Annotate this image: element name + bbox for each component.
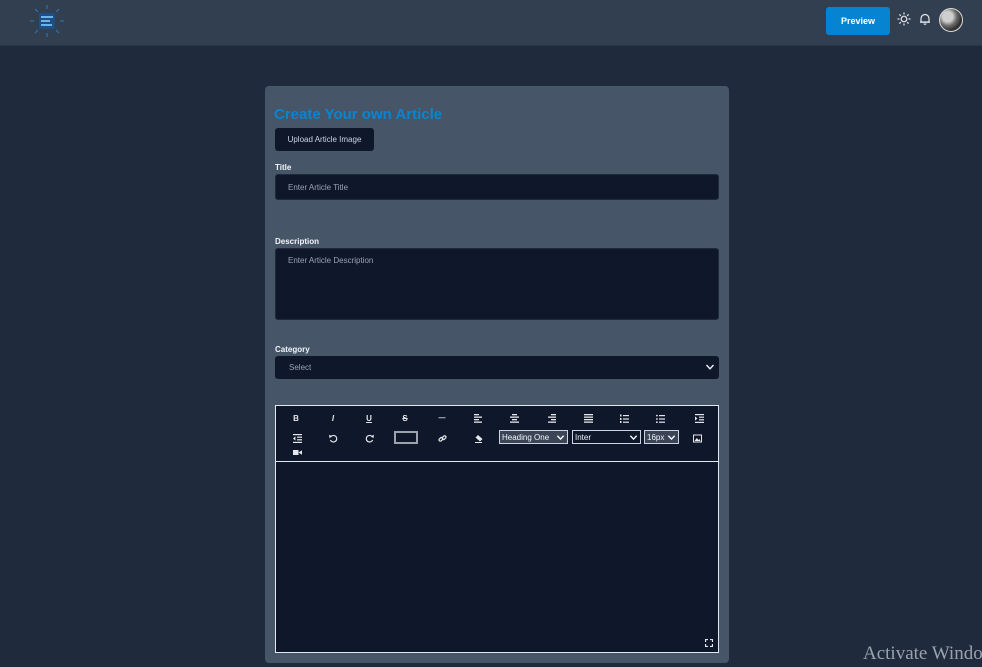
indent-icon bbox=[694, 413, 704, 423]
chevron-down-icon bbox=[556, 435, 565, 441]
image-icon bbox=[692, 434, 702, 442]
chevron-down-icon bbox=[705, 364, 715, 370]
align-justify-button[interactable] bbox=[581, 412, 595, 424]
heading-select[interactable]: Heading One bbox=[499, 430, 568, 444]
font-family-select-value: Inter bbox=[575, 432, 592, 442]
italic-button[interactable]: I bbox=[326, 412, 340, 424]
top-navbar: Preview bbox=[0, 0, 982, 46]
font-size-select[interactable]: 16px bbox=[644, 430, 679, 444]
bullet-list-icon bbox=[655, 414, 665, 423]
link-button[interactable] bbox=[435, 432, 449, 444]
text-color-picker[interactable] bbox=[394, 431, 418, 444]
chevron-down-icon bbox=[629, 435, 638, 441]
horizontal-rule-button[interactable]: — bbox=[435, 412, 449, 424]
description-input[interactable] bbox=[275, 248, 719, 320]
preview-button[interactable]: Preview bbox=[826, 7, 890, 35]
upload-image-button[interactable]: Upload Article Image bbox=[275, 128, 374, 151]
avatar[interactable] bbox=[939, 8, 963, 32]
font-family-select[interactable]: Inter bbox=[572, 430, 641, 444]
insert-image-button[interactable] bbox=[690, 432, 704, 444]
redo-icon bbox=[365, 434, 374, 443]
indent-button[interactable] bbox=[692, 412, 706, 424]
outdent-icon bbox=[292, 433, 302, 443]
align-left-icon bbox=[473, 413, 482, 423]
link-icon bbox=[437, 434, 447, 442]
editor-toolbar: B I U S — Heading One Inter 16px bbox=[275, 405, 719, 461]
redo-button[interactable] bbox=[362, 432, 376, 444]
align-left-button[interactable] bbox=[471, 412, 485, 424]
insert-video-button[interactable] bbox=[290, 446, 304, 458]
bold-button[interactable]: B bbox=[289, 412, 303, 424]
sun-icon[interactable] bbox=[897, 12, 911, 26]
clear-format-button[interactable] bbox=[471, 432, 485, 444]
strikethrough-button[interactable]: S bbox=[398, 412, 412, 424]
undo-icon bbox=[328, 434, 337, 443]
align-center-button[interactable] bbox=[507, 412, 521, 424]
align-justify-icon bbox=[583, 413, 593, 423]
category-label: Category bbox=[275, 345, 310, 354]
activate-windows-watermark: Activate Windows bbox=[863, 643, 982, 664]
bell-icon[interactable] bbox=[918, 12, 932, 26]
ordered-list-icon bbox=[619, 414, 629, 423]
ordered-list-button[interactable] bbox=[617, 412, 631, 424]
title-label: Title bbox=[275, 163, 292, 172]
undo-button[interactable] bbox=[326, 432, 340, 444]
logo-icon[interactable] bbox=[29, 4, 65, 38]
heading-select-value: Heading One bbox=[502, 432, 550, 442]
align-center-icon bbox=[509, 413, 519, 423]
bullet-list-button[interactable] bbox=[653, 412, 667, 424]
eraser-icon bbox=[474, 434, 482, 443]
page-title: Create Your own Article bbox=[274, 106, 443, 123]
title-input[interactable] bbox=[275, 174, 719, 200]
video-icon bbox=[292, 449, 302, 455]
underline-button[interactable]: U bbox=[362, 412, 376, 424]
fullscreen-icon[interactable] bbox=[705, 639, 713, 647]
category-select-value: Select bbox=[289, 363, 312, 372]
description-label: Description bbox=[275, 237, 320, 246]
category-select[interactable]: Select bbox=[275, 356, 719, 379]
article-form-card: Create Your own Article Upload Article I… bbox=[265, 86, 729, 663]
align-right-button[interactable] bbox=[544, 412, 558, 424]
chevron-down-icon bbox=[667, 435, 676, 441]
align-right-icon bbox=[547, 413, 556, 423]
outdent-button[interactable] bbox=[290, 432, 304, 444]
editor-content-area[interactable] bbox=[275, 461, 719, 653]
font-size-select-value: 16px bbox=[647, 432, 665, 442]
